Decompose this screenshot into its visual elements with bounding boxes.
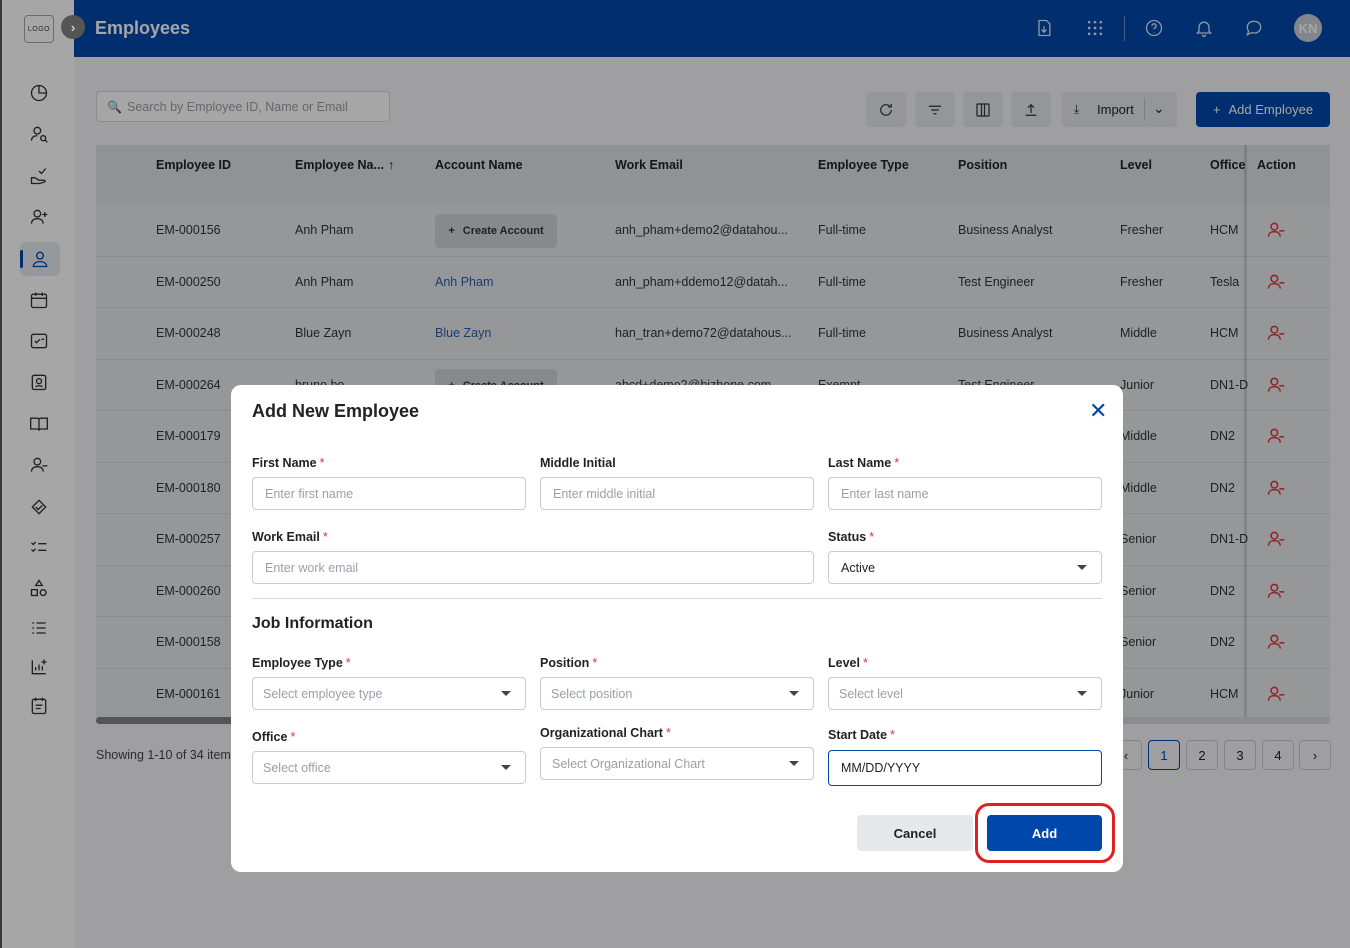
cancel-button[interactable]: Cancel: [857, 815, 973, 851]
dropdown-caret-icon: [789, 691, 799, 696]
middle-initial-label: Middle Initial: [540, 456, 616, 470]
status-label: Status *: [828, 530, 875, 544]
office-label: Office *: [252, 730, 296, 744]
start-date-input[interactable]: MM/DD/YYYY: [828, 750, 1102, 786]
close-icon[interactable]: ✕: [1089, 398, 1107, 424]
dropdown-caret-icon: [789, 761, 799, 766]
work-email-input[interactable]: Enter work email: [252, 551, 814, 584]
modal-title: Add New Employee: [252, 401, 420, 421]
employee-type-label: Employee Type *: [252, 656, 351, 670]
work-email-label: Work Email *: [252, 530, 328, 544]
first-name-input[interactable]: Enter first name: [252, 477, 526, 510]
position-select[interactable]: Select position: [540, 677, 814, 710]
start-date-label: Start Date *: [828, 728, 895, 742]
office-select[interactable]: Select office: [252, 751, 526, 784]
dropdown-caret-icon: [501, 691, 511, 696]
middle-initial-input[interactable]: Enter middle initial: [540, 477, 814, 510]
add-employee-modal: Add New Employee ✕ First Name * Enter fir…: [231, 385, 1123, 872]
job-info-heading: Job Information: [252, 615, 373, 632]
section-divider: [252, 598, 1102, 599]
last-name-input[interactable]: Enter last name: [828, 477, 1102, 510]
employee-type-select[interactable]: Select employee type: [252, 677, 526, 710]
level-label: Level *: [828, 656, 868, 670]
add-button-highlight: [975, 803, 1115, 863]
dropdown-caret-icon: [501, 765, 511, 770]
status-value: Active: [841, 561, 876, 575]
status-select[interactable]: Active: [828, 551, 1102, 584]
last-name-label: Last Name *: [828, 456, 900, 470]
level-select[interactable]: Select level: [828, 677, 1102, 710]
org-chart-select[interactable]: Select Organizational Chart: [540, 747, 814, 780]
dropdown-caret-icon: [1077, 565, 1087, 570]
position-label: Position *: [540, 656, 598, 670]
first-name-label: First Name *: [252, 456, 325, 470]
org-chart-label: Organizational Chart *: [540, 726, 671, 740]
sidebar-toggle-button[interactable]: ›: [61, 15, 85, 39]
dropdown-caret-icon: [1077, 691, 1087, 696]
